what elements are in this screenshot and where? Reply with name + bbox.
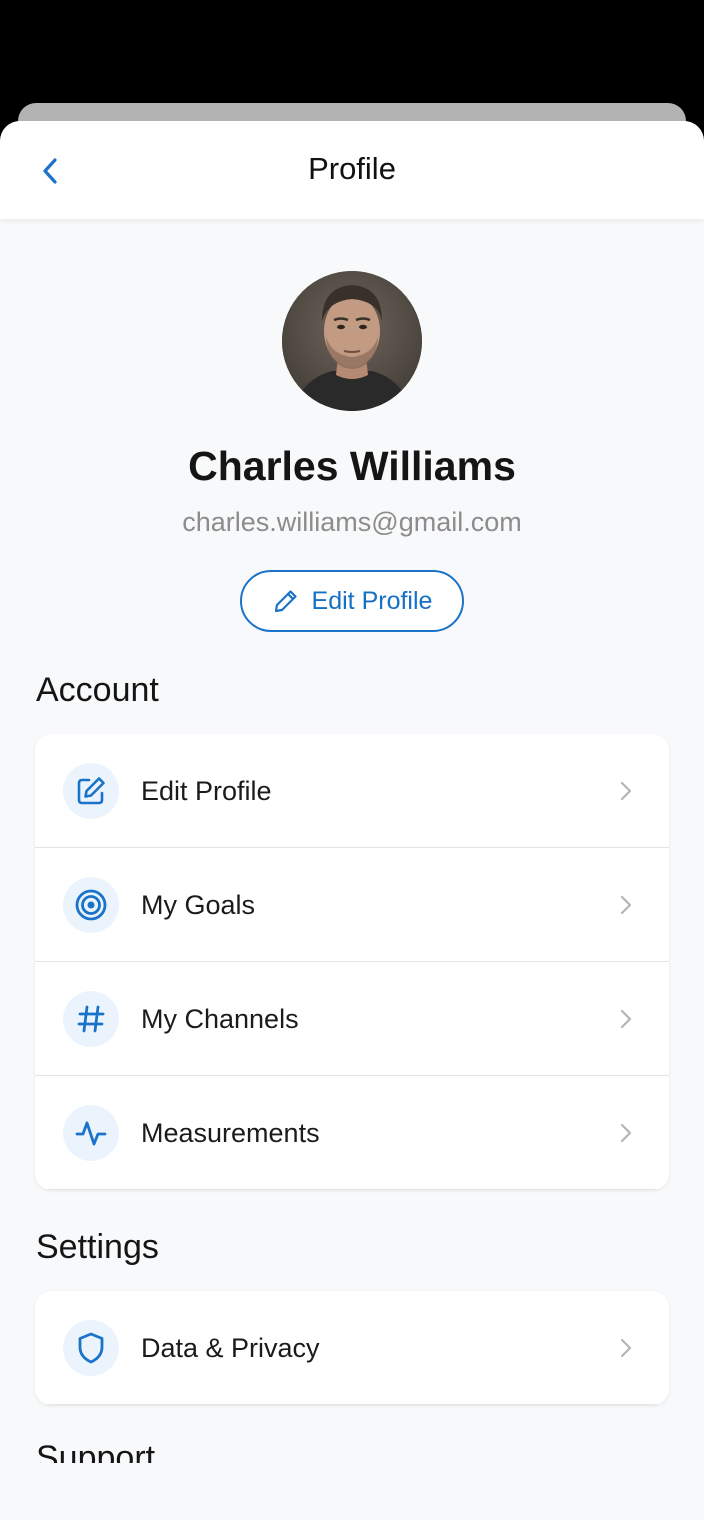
shield-icon [63, 1320, 119, 1376]
chevron-right-icon [620, 781, 632, 801]
section-title-settings: Settings [36, 1228, 159, 1266]
list-item-my-goals[interactable]: My Goals [35, 848, 669, 962]
list-item-edit-profile[interactable]: Edit Profile [35, 734, 669, 848]
chevron-right-icon [620, 1123, 632, 1143]
chevron-right-icon [620, 1009, 632, 1029]
activity-pulse-icon [63, 1105, 119, 1161]
settings-card: Data & Privacy [35, 1291, 669, 1405]
list-item-label: Edit Profile [141, 776, 272, 806]
section-title-account: Account [36, 671, 159, 709]
hashtag-icon [63, 991, 119, 1047]
list-item-label: My Goals [141, 890, 256, 920]
edit-profile-button-label: Edit Profile [311, 586, 433, 615]
list-item-label: Data & Privacy [141, 1333, 320, 1363]
edit-profile-button[interactable]: Edit Profile [240, 570, 464, 632]
profile-sheet: Profile Charles Williams charles.william… [0, 121, 704, 1520]
list-item-my-channels[interactable]: My Channels [35, 962, 669, 1076]
target-icon [63, 877, 119, 933]
avatar-portrait [282, 271, 422, 411]
chevron-right-icon [620, 895, 632, 915]
list-item-data-privacy[interactable]: Data & Privacy [35, 1291, 669, 1405]
support-clip: Support [0, 1421, 704, 1463]
user-name: Charles Williams [188, 443, 516, 489]
account-card: Edit Profile My Goals My Channels Measur… [35, 734, 669, 1190]
pencil-icon [274, 590, 297, 613]
list-item-label: Measurements [141, 1118, 320, 1148]
avatar[interactable] [282, 271, 422, 411]
page-title: Profile [308, 151, 396, 186]
list-item-label: My Channels [141, 1004, 299, 1034]
list-item-measurements[interactable]: Measurements [35, 1076, 669, 1190]
section-title-support: Support [36, 1439, 156, 1463]
chevron-right-icon [620, 1338, 632, 1358]
edit-square-icon [63, 763, 119, 819]
user-email: charles.williams@gmail.com [182, 507, 522, 537]
navigation-bar: Profile [0, 121, 704, 219]
